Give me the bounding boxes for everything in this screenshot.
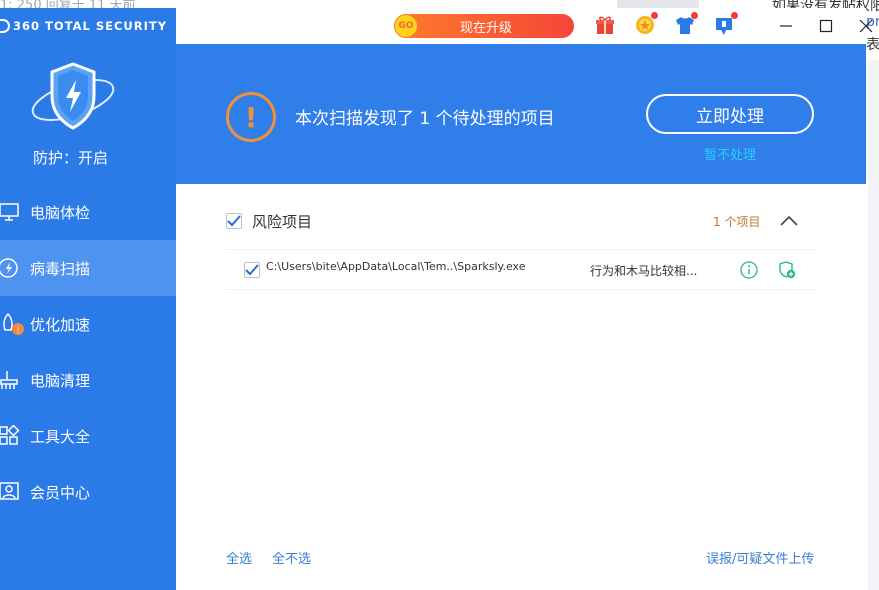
feedback-icon[interactable]	[714, 12, 738, 38]
handle-now-button[interactable]: 立即处理	[646, 94, 814, 134]
upgrade-label: 现在升级	[460, 20, 513, 36]
sidebar-item-label: 电脑清理	[30, 371, 91, 390]
sidebar-item-member-center[interactable]: 会员中心	[0, 464, 176, 520]
minimize-icon[interactable]	[766, 8, 806, 44]
section-checkbox[interactable]	[226, 213, 242, 229]
risk-count-badge: 1 个项目	[713, 215, 761, 229]
risk-item-row[interactable]: C:\Users\bite\AppData\Local\Tem..\Sparks…	[226, 249, 816, 290]
medal-icon[interactable]	[634, 12, 658, 38]
sidebar-item-label: 会员中心	[30, 483, 91, 502]
chevron-up-icon[interactable]	[778, 211, 800, 231]
background-panel	[868, 60, 879, 590]
skip-handling-link[interactable]: 暂不处理	[704, 144, 756, 163]
protection-status: 防护：开启	[33, 149, 109, 167]
report-upload-link[interactable]: 误报/可疑文件上传	[706, 548, 814, 567]
main-panel: ! 本次扫描发现了 1 个待处理的项目 立即处理 暂不处理 GO 现在升级 风险…	[176, 8, 873, 590]
title-bar: GO 现在升级	[176, 8, 873, 44]
logo-mark-icon	[0, 19, 10, 33]
go-badge-icon: GO	[395, 15, 417, 37]
sidebar-item-pc-checkup[interactable]: 电脑体检	[0, 184, 176, 240]
upgrade-button[interactable]: GO 现在升级	[394, 14, 574, 38]
trust-shield-icon[interactable]	[778, 261, 796, 279]
protection-shield-icon	[31, 62, 115, 130]
svg-text:!: !	[16, 326, 20, 336]
shirt-icon[interactable]	[674, 12, 698, 38]
sidebar-item-tools[interactable]: 工具大全	[0, 408, 176, 464]
notification-dot	[691, 12, 698, 19]
sidebar-item-label: 优化加速	[30, 315, 91, 334]
file-path: C:\Users\bite\AppData\Local\Tem..\Sparks…	[266, 260, 526, 273]
sidebar-item-virus-scan[interactable]: 病毒扫描	[0, 240, 176, 296]
item-checkbox[interactable]	[244, 262, 260, 278]
scan-icon	[0, 240, 30, 296]
title-bar-icons	[594, 12, 738, 38]
sidebar-nav: 电脑体检 病毒扫描 ! 优化加速 电脑清理 工具大全 会员中心	[0, 184, 176, 520]
gift-icon[interactable]	[594, 12, 616, 38]
threat-description: 行为和木马比较相...	[590, 264, 698, 278]
info-icon[interactable]	[740, 261, 758, 279]
app-logo: 360 TOTAL SECURITY	[0, 18, 167, 34]
user-card-icon	[0, 464, 30, 520]
sidebar-item-label: 病毒扫描	[30, 259, 91, 278]
sidebar-item-label: 电脑体检	[30, 203, 91, 222]
sidebar: 360 TOTAL SECURITY 防护：开启 电脑体检 病毒扫描 ! 优化加…	[0, 8, 176, 590]
sidebar-item-optimize[interactable]: ! 优化加速	[0, 296, 176, 352]
notification-dot	[651, 12, 658, 19]
monitor-icon	[0, 184, 30, 240]
scan-result-message: 本次扫描发现了 1 个待处理的项目	[295, 109, 555, 129]
notification-dot	[731, 12, 738, 19]
rocket-icon: !	[0, 296, 30, 352]
sidebar-item-label: 工具大全	[30, 427, 91, 446]
maximize-icon[interactable]	[806, 8, 846, 44]
window-controls	[766, 8, 879, 44]
section-title: 风险项目	[252, 212, 313, 231]
logo-text: 360 TOTAL SECURITY	[13, 19, 168, 33]
broom-icon	[0, 352, 30, 408]
risk-items-section: 风险项目 1 个项目 C:\Users\bite\AppData\Local\T…	[226, 208, 816, 290]
sidebar-item-cleanup[interactable]: 电脑清理	[0, 352, 176, 408]
warning-icon: !	[226, 92, 276, 142]
close-icon[interactable]	[846, 8, 879, 44]
selection-links: 全选 全不选	[226, 548, 311, 567]
grid-icon	[0, 408, 30, 464]
select-none-link[interactable]: 全不选	[272, 548, 311, 567]
select-all-link[interactable]: 全选	[226, 548, 252, 567]
